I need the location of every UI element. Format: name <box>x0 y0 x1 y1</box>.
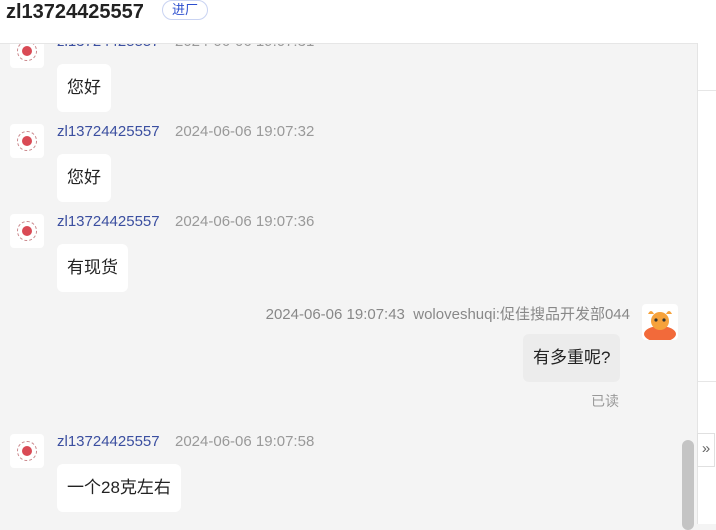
read-status: 已读 <box>591 393 619 409</box>
message-sender: zl13724425557 <box>57 433 160 450</box>
message-sender: woloveshuqi:促佳搜品开发部044 <box>413 306 630 323</box>
double-chevron-right-icon[interactable]: » <box>697 433 715 467</box>
message-bubble[interactable]: 有现货 <box>57 244 128 292</box>
message-bubble[interactable]: 有多重呢? <box>523 334 621 382</box>
self-avatar[interactable] <box>642 304 678 340</box>
contact-avatar[interactable] <box>10 434 44 468</box>
message-time: 2024-06-06 19:07:43 <box>265 306 405 323</box>
contact-avatar[interactable] <box>10 124 44 158</box>
message-bubble[interactable]: 您好 <box>57 154 111 202</box>
contact-name-display: zl13724425557 <box>6 1 144 23</box>
message-time: 2024-06-06 19:07:36 <box>175 213 315 230</box>
message-sender: zl13724425557 <box>57 123 160 140</box>
contact-avatar[interactable] <box>10 214 44 248</box>
message-time: 2024-06-06 19:07:32 <box>175 123 315 140</box>
message-sender: zl13724425557 <box>57 213 160 230</box>
factory-badge[interactable]: 进厂 <box>162 0 209 20</box>
message-time: 2024-06-06 19:07:58 <box>175 433 315 450</box>
message-bubble[interactable]: 您好 <box>57 64 111 112</box>
scrollbar-thumb[interactable] <box>682 440 694 530</box>
self-message-header: 2024-06-06 19:07:43 woloveshuqi:促佳搜品开发部0… <box>266 303 630 324</box>
message-bubble[interactable]: 一个28克左右 <box>57 464 181 512</box>
